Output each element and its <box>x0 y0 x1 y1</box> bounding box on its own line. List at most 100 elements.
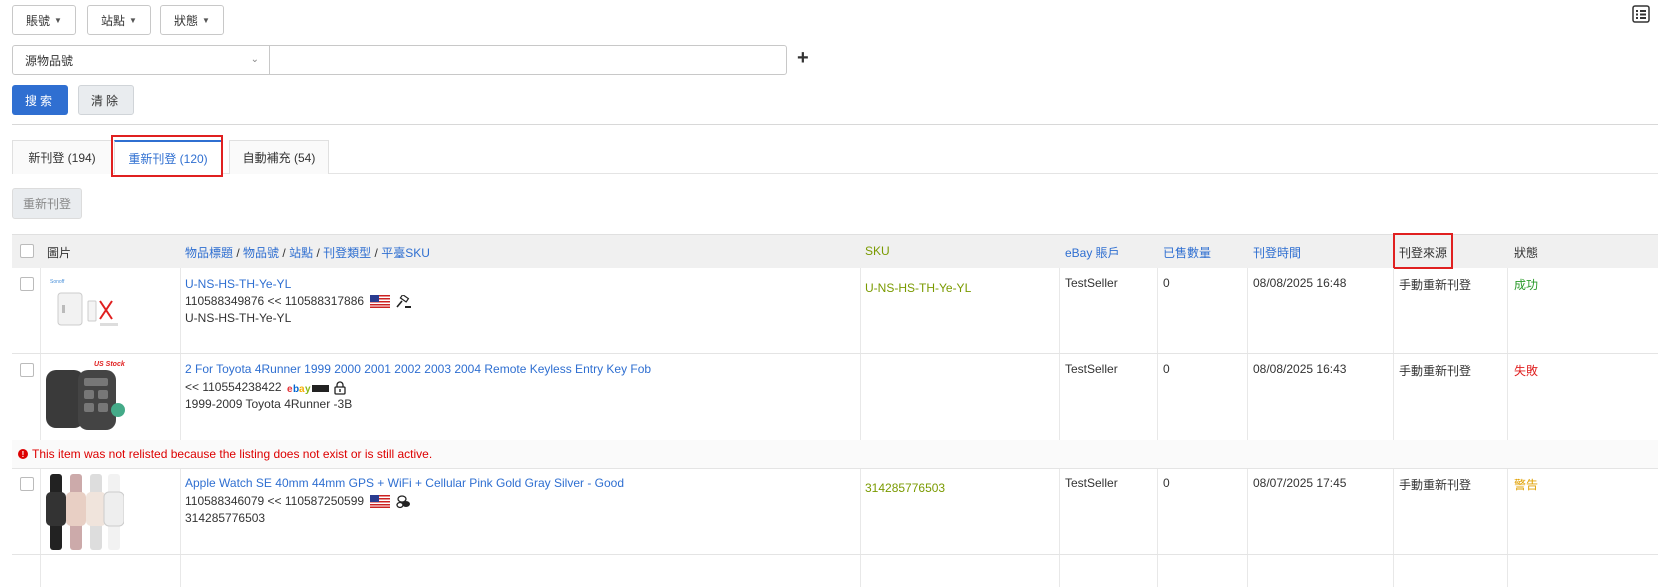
status-dropdown-label: 狀態 <box>174 13 199 28</box>
site-dropdown[interactable]: 站點 ▼ <box>87 5 151 35</box>
us-flag-icon <box>370 295 391 309</box>
plus-icon[interactable]: + <box>797 47 809 70</box>
header-listing-time[interactable]: 刊登時間 <box>1253 244 1301 261</box>
column-divider <box>180 468 181 587</box>
coins-icon <box>396 495 410 508</box>
select-all-checkbox[interactable] <box>20 244 34 258</box>
column-divider <box>40 468 41 587</box>
listing-time: 08/08/2025 16:43 <box>1253 362 1347 376</box>
relist-button[interactable]: 重新刊登 <box>12 188 82 219</box>
column-divider <box>40 268 41 440</box>
tab-auto-replenish[interactable]: 自動補充 (54) <box>229 140 329 174</box>
column-divider <box>1393 468 1394 587</box>
header-platform-sku[interactable]: 平臺SKU <box>381 246 430 260</box>
highlight-box-tab <box>111 135 223 177</box>
field-type-value: 源物品號 <box>25 53 74 68</box>
product-thumbnail[interactable]: US Stock <box>44 358 130 436</box>
item-number-line: 110588349876 << 110588317886 <box>185 294 412 309</box>
column-divider <box>1157 268 1158 440</box>
header-listing-type[interactable]: 刊登類型 <box>323 246 371 260</box>
header-item-number[interactable]: 物品號 <box>243 246 279 260</box>
row-checkbox[interactable] <box>20 277 34 291</box>
column-divider <box>180 268 181 440</box>
sold-quantity: 0 <box>1163 476 1170 490</box>
product-thumbnail[interactable] <box>44 474 124 550</box>
sku-value[interactable]: 314285776503 <box>865 481 945 495</box>
chevron-down-icon: ▼ <box>202 15 210 25</box>
row-title-link[interactable]: Apple Watch SE 40mm 44mm GPS + WiFi + Ce… <box>185 476 624 490</box>
ebay-account: TestSeller <box>1065 362 1118 376</box>
sold-quantity: 0 <box>1163 362 1170 376</box>
platform-sku: 1999-2009 Toyota 4Runner -3B <box>185 397 353 411</box>
platform-sku: 314285776503 <box>185 511 266 525</box>
row-divider <box>12 353 1658 354</box>
error-text: This item was not relisted because the l… <box>32 447 433 461</box>
product-thumbnail[interactable]: Sonoff <box>48 275 126 333</box>
ebay-motors-icon: e b a y <box>287 384 329 394</box>
listing-time: 08/08/2025 16:48 <box>1253 276 1347 290</box>
chevron-down-icon: ⌄ <box>250 54 259 65</box>
platform-sku: U-NS-HS-TH-Ye-YL <box>185 311 292 325</box>
header-sold-qty[interactable]: 已售數量 <box>1163 244 1211 261</box>
header-title-group: 物品標題 / 物品號 / 站點 / 刊登類型 / 平臺SKU <box>185 244 430 261</box>
error-icon: ! <box>18 449 28 459</box>
status-dropdown[interactable]: 狀態 ▼ <box>160 5 224 35</box>
sku-value[interactable]: U-NS-HS-TH-Ye-YL <box>865 281 971 295</box>
tab-new-listing[interactable]: 新刊登 (194) <box>12 140 112 174</box>
status-badge: 警告 <box>1514 478 1539 492</box>
item-number-line: << 110554238422 e b a y <box>185 380 346 395</box>
error-message: ! This item was not relisted because the… <box>18 447 432 461</box>
ebay-account: TestSeller <box>1065 476 1118 490</box>
header-ebay-account[interactable]: eBay 賬戶 <box>1065 244 1120 261</box>
item-number-text[interactable]: 110588346079 << 110587250599 <box>185 494 364 508</box>
row-checkbox[interactable] <box>20 477 34 491</box>
clear-button[interactable]: 清除 <box>78 85 134 115</box>
header-image: 圖片 <box>47 246 72 260</box>
column-divider <box>860 268 861 440</box>
listing-time: 08/07/2025 17:45 <box>1253 476 1347 490</box>
account-dropdown-label: 賬號 <box>26 13 51 28</box>
account-dropdown[interactable]: 賬號 ▼ <box>12 5 76 35</box>
listing-source: 手動重新刊登 <box>1399 478 1472 492</box>
svg-text:y: y <box>305 384 311 394</box>
thumbnail-caption: Sonoff <box>50 279 65 285</box>
header-sku[interactable]: SKU <box>865 244 890 258</box>
search-button[interactable]: 搜索 <box>12 85 68 115</box>
ebay-account: TestSeller <box>1065 276 1118 290</box>
field-type-select[interactable]: 源物品號 ⌄ <box>12 45 270 75</box>
chevron-down-icon: ▼ <box>129 15 137 25</box>
status-badge: 失敗 <box>1514 364 1539 378</box>
column-divider <box>1059 468 1060 587</box>
thumbnail-caption: US Stock <box>94 361 126 368</box>
column-divider <box>1247 468 1248 587</box>
column-divider <box>1393 268 1394 440</box>
list-menu-icon[interactable] <box>1632 5 1650 23</box>
lock-icon <box>334 381 346 395</box>
header-site[interactable]: 站點 <box>289 246 313 260</box>
row-title-link[interactable]: U-NS-HS-TH-Ye-YL <box>185 277 291 291</box>
listing-source: 手動重新刊登 <box>1399 278 1472 292</box>
listing-source: 手動重新刊登 <box>1399 364 1472 378</box>
row-divider <box>12 554 1658 555</box>
column-divider <box>1507 268 1508 440</box>
item-number-text[interactable]: << 110554238422 <box>185 380 282 394</box>
row-divider <box>12 468 1658 469</box>
gavel-icon <box>396 294 411 308</box>
column-divider <box>860 468 861 587</box>
column-divider <box>1247 268 1248 440</box>
us-flag-icon <box>370 495 391 509</box>
item-number-line: 110588346079 << 110587250599 <box>185 494 412 509</box>
item-number-text[interactable]: 110588349876 << 110588317886 <box>185 294 364 308</box>
header-separator: / <box>236 246 240 260</box>
sold-quantity: 0 <box>1163 276 1170 290</box>
highlight-box-source <box>1393 233 1453 269</box>
header-separator: / <box>282 246 286 260</box>
header-item-title[interactable]: 物品標題 <box>185 246 233 260</box>
row-checkbox[interactable] <box>20 363 34 377</box>
search-value-input[interactable] <box>269 45 787 75</box>
site-dropdown-label: 站點 <box>101 13 126 28</box>
chevron-down-icon: ▼ <box>54 15 62 25</box>
row-title-link[interactable]: 2 For Toyota 4Runner 1999 2000 2001 2002… <box>185 362 651 376</box>
column-divider <box>1507 468 1508 587</box>
column-divider <box>1157 468 1158 587</box>
